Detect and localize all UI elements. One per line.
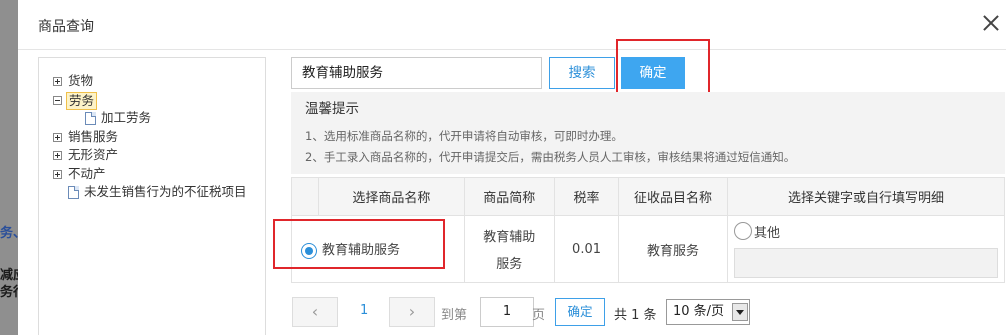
next-page-button[interactable]: › [389, 297, 435, 327]
page-number-input[interactable]: 1 [480, 297, 534, 327]
current-page-number[interactable]: 1 [360, 303, 368, 318]
tree-item-label: 劳务 [66, 91, 98, 110]
product-name-cell[interactable]: 教育辅助服务 [291, 215, 465, 283]
results-table: 选择商品名称 商品简称 税率 征收品目名称 选择关键字或自行填写明细 教育辅助服… [290, 177, 1006, 283]
product-radio[interactable] [301, 242, 317, 259]
other-option[interactable]: 其他 [733, 220, 998, 242]
page-size-select[interactable]: 10 条/页 [666, 299, 750, 325]
short-name-line: 服务 [496, 257, 523, 272]
confirm-button[interactable]: 确定 [621, 57, 685, 89]
tree-item-intangible-assets[interactable]: 无形资产 [39, 146, 265, 165]
short-name-line: 教育辅助 [483, 230, 536, 245]
tree-item-label: 加工劳务 [101, 110, 152, 125]
expand-plus-icon[interactable] [53, 132, 62, 142]
keyword-cell: 其他 [726, 215, 1006, 283]
short-name-cell: 教育辅助 服务 [463, 215, 556, 283]
dialog-title: 商品查询 [38, 19, 94, 35]
collapse-minus-icon[interactable] [53, 95, 62, 105]
tax-rate-cell: 0.01 [554, 215, 619, 283]
tips-title: 温馨提示 [305, 101, 359, 117]
goto-confirm-button[interactable]: 确定 [555, 298, 605, 326]
expand-plus-icon[interactable] [53, 169, 62, 179]
header-cell [290, 177, 320, 216]
product-query-dialog: 商品查询 货物 劳务 加工劳务 销售服务 无形资产 不动产 未发生销售行为的不征… [18, 0, 1006, 335]
detail-input[interactable] [733, 248, 998, 278]
total-count: 共 1 条 [614, 308, 657, 323]
tree-item-processing-labor[interactable]: 加工劳务 [39, 109, 265, 128]
tree-item-sales-services[interactable]: 销售服务 [39, 128, 265, 147]
tree-item-goods[interactable]: 货物 [39, 72, 265, 91]
tree-item-label: 无形资产 [68, 147, 119, 162]
page-unit-label: 页 [532, 308, 546, 323]
tree-item-label: 销售服务 [68, 128, 119, 144]
other-label: 其他 [753, 225, 780, 241]
prev-page-button[interactable]: ‹ [292, 297, 338, 327]
tree-item-non-taxable[interactable]: 未发生销售行为的不征税项目 [39, 183, 265, 202]
document-icon [68, 186, 79, 199]
category-cell: 教育服务 [617, 215, 728, 283]
table-row[interactable]: 教育辅助服务 教育辅助 服务 0.01 教育服务 其他 [291, 215, 1006, 283]
tips-line: 2、手工录入商品名称的，代开申请提交后，需由税务人员人工审核，审核结果将通过短信… [305, 150, 796, 164]
other-radio[interactable] [733, 222, 752, 240]
tips-panel: 温馨提示 1、选用标准商品名称的，代开申请将自动审核，可即时办理。 2、手工录入… [291, 92, 1005, 174]
dialog-header: 商品查询 [18, 0, 1006, 50]
tree-item-label: 货物 [68, 73, 94, 88]
chevron-down-icon[interactable] [732, 303, 748, 321]
page-size-value: 10 条/页 [673, 304, 725, 319]
header-cell: 商品简称 [463, 177, 556, 216]
search-button[interactable]: 搜索 [549, 57, 615, 89]
header-cell: 税率 [554, 177, 619, 216]
table-header-row: 选择商品名称 商品简称 税率 征收品目名称 选择关键字或自行填写明细 [290, 177, 1006, 216]
header-cell: 征收品目名称 [617, 177, 728, 216]
tips-line: 1、选用标准商品名称的，代开申请将自动审核，可即时办理。 [305, 129, 623, 143]
tree-item-labor[interactable]: 劳务 [39, 91, 265, 110]
close-icon[interactable] [980, 12, 1002, 34]
document-icon [85, 112, 96, 125]
category-tree: 货物 劳务 加工劳务 销售服务 无形资产 不动产 未发生销售行为的不征税项目 [38, 57, 266, 335]
tree-item-label: 未发生销售行为的不征税项目 [84, 184, 247, 199]
header-cell: 选择商品名称 [318, 177, 465, 216]
product-search-input[interactable]: 教育辅助服务 [291, 57, 542, 89]
goto-label: 到第 [441, 308, 468, 323]
expand-plus-icon[interactable] [53, 151, 62, 160]
expand-plus-icon[interactable] [53, 77, 62, 86]
tree-item-label: 不动产 [68, 165, 106, 181]
product-name: 教育辅助服务 [322, 243, 401, 259]
header-cell: 选择关键字或自行填写明细 [726, 177, 1006, 216]
tree-item-real-estate[interactable]: 不动产 [39, 165, 265, 184]
